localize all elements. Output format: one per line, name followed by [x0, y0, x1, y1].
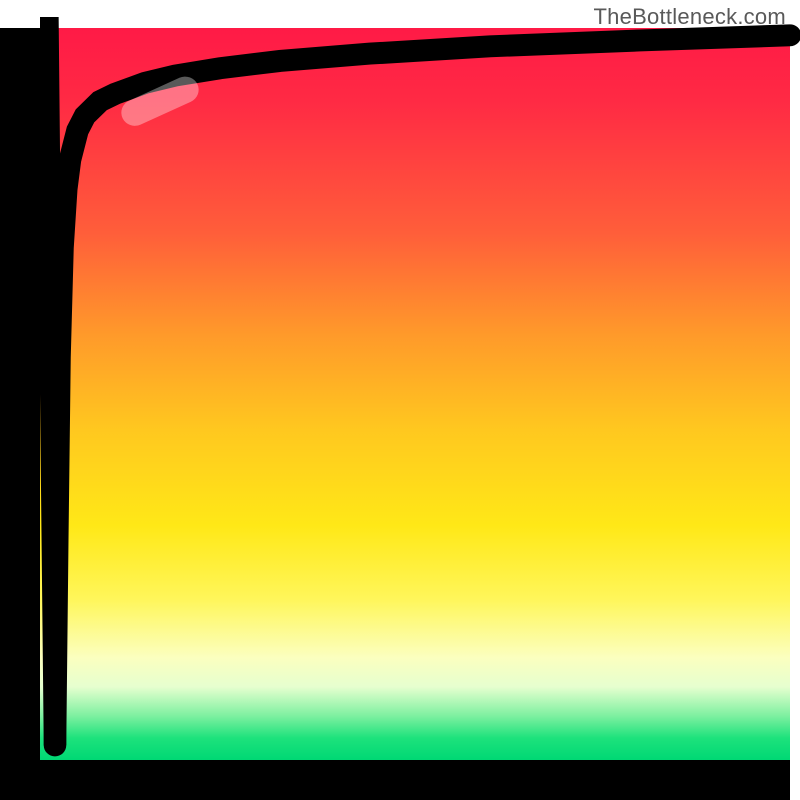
bottleneck-curve	[55, 35, 790, 745]
x-axis-band	[0, 760, 790, 800]
chart-frame: TheBottleneck.com	[0, 0, 800, 800]
curve-layer	[40, 28, 790, 760]
plot-area	[40, 28, 790, 760]
y-axis-band	[0, 28, 40, 800]
